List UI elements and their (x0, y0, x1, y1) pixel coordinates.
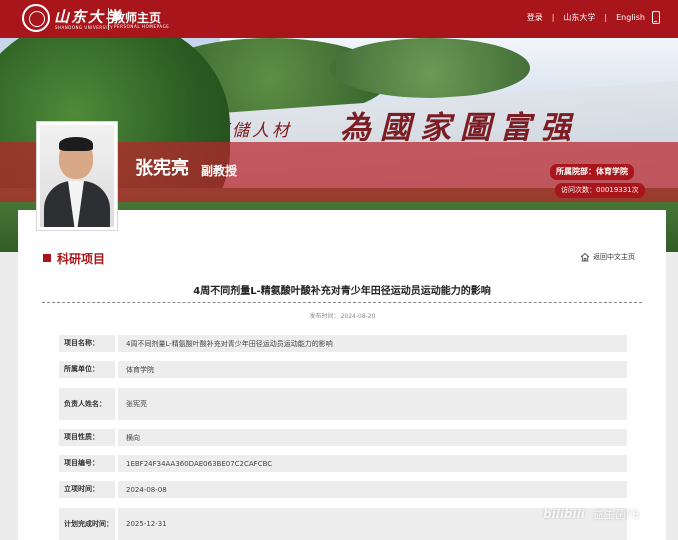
field-value: 横向 (118, 429, 627, 446)
homepage-subtitle: PERSONAL HOMEPAGE (114, 24, 170, 29)
field-label: 所属单位： (59, 361, 115, 378)
back-to-homepage-link[interactable]: 返回中文主页 (580, 252, 635, 262)
login-link[interactable]: 登录 (527, 12, 543, 23)
table-row: 立项时间： 2024-08-08 (59, 481, 627, 498)
university-seal-icon[interactable] (22, 4, 50, 32)
table-row: 项目编号： 1EBF24F34AA360DAE063BE07C2CAFCBC (59, 455, 627, 472)
avatar-hair (59, 137, 93, 151)
field-label: 负责人姓名： (59, 388, 115, 420)
field-label: 项目性质： (59, 429, 115, 446)
avatar (36, 121, 118, 231)
video-watermark: bilibili 益生菌FB (543, 506, 640, 522)
logo-divider (108, 8, 109, 30)
publish-value: 2024-08-20 (340, 313, 376, 320)
avatar-photo (40, 125, 114, 227)
watermark-username: 益生菌FB (592, 508, 640, 521)
visit-count-value: 00019331次 (596, 186, 639, 194)
university-logo-english: SHANDONG UNIVERSITY (55, 25, 114, 30)
field-label: 项目名称： (59, 335, 115, 352)
top-nav: 登录 | 山东大学 | English (527, 11, 660, 24)
banner-trees (330, 38, 530, 98)
field-label: 项目编号： (59, 455, 115, 472)
department-value: 体育学院 (596, 167, 628, 176)
field-label: 立项时间： (59, 481, 115, 498)
field-label: 计划完成时间： (59, 508, 115, 540)
field-value: 4周不同剂量L-精氨酸叶酸补充对青少年田径运动员运动能力的影响 (118, 335, 627, 352)
department-label: 所属院部： (556, 167, 596, 176)
section-title: 科研项目 (57, 252, 106, 266)
field-value: 体育学院 (118, 361, 627, 378)
article-title: 4周不同剂量L-精氨酸叶酸补充对青少年田径运动员运动能力的影响 (193, 286, 491, 297)
nav-separator: | (604, 13, 608, 22)
table-row: 项目名称： 4周不同剂量L-精氨酸叶酸补充对青少年田径运动员运动能力的影响 (59, 335, 627, 352)
university-logo-text[interactable]: 山东大学 (54, 6, 122, 27)
bilibili-logo: bilibili (543, 507, 585, 521)
publish-date: 发布时间：2024-08-20 (18, 311, 666, 320)
title-divider (42, 302, 642, 303)
department-badge[interactable]: 所属院部：体育学院 (550, 164, 634, 180)
table-row: 项目性质： 横向 (59, 429, 627, 446)
section-marker (43, 254, 51, 262)
visit-count-label: 访问次数： (561, 186, 596, 194)
table-row: 计划完成时间： 2025-12-31 (59, 508, 627, 540)
teacher-name: 张宪亮 (135, 158, 189, 179)
mobile-phone-icon[interactable] (652, 11, 660, 24)
table-row: 所属单位： 体育学院 (59, 361, 627, 378)
calligraphy-big: 為國家圖富强 (340, 110, 580, 146)
back-link-label: 返回中文主页 (593, 253, 635, 261)
field-value: 2024-08-08 (118, 481, 627, 498)
nav-separator: | (551, 13, 555, 22)
header-bar: 山东大学 SHANDONG UNIVERSITY 教师主页 PERSONAL H… (0, 0, 678, 38)
field-value: 张宪亮 (118, 388, 627, 420)
field-value: 1EBF24F34AA360DAE063BE07C2CAFCBC (118, 455, 627, 472)
teacher-title: 副教授 (201, 164, 238, 178)
table-row: 负责人姓名： 张宪亮 (59, 388, 627, 420)
english-link[interactable]: English (616, 13, 645, 22)
home-icon (580, 252, 590, 262)
university-link[interactable]: 山东大学 (563, 12, 595, 23)
publish-label: 发布时间： (309, 313, 340, 320)
visit-count-badge: 访问次数：00019331次 (555, 183, 645, 198)
